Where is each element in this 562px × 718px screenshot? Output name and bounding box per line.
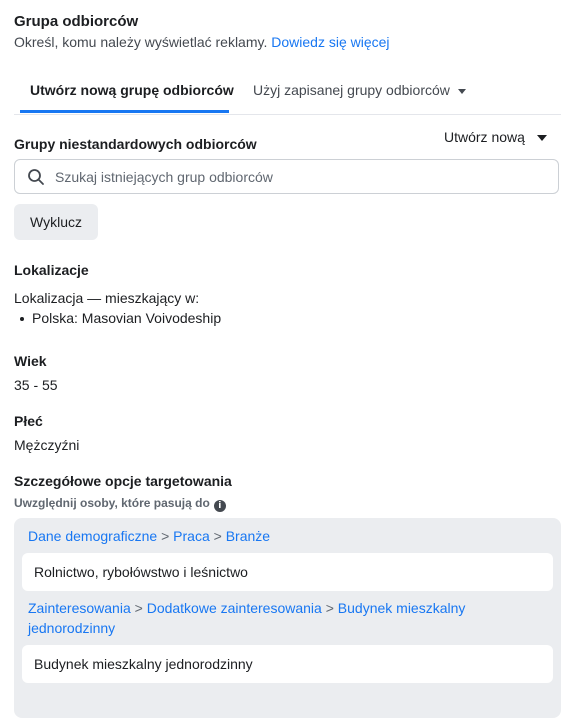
caret-down-icon [457,88,466,94]
targeting-item[interactable]: Rolnictwo, rybołówstwo i leśnictwo [22,553,553,591]
page-title: Grupa odbiorców [14,13,139,30]
targeting-item-label: Budynek mieszkalny jednorodzinny [34,656,253,672]
info-icon[interactable]: i [213,500,226,512]
bullet [20,317,24,322]
exclude-button[interactable]: Wyklucz [14,204,98,240]
tab-create-new-audience[interactable]: Utwórz nową grupę odbiorców [30,82,234,98]
breadcrumb-link[interactable]: Dane demograficzne [28,528,157,544]
age-label: Wiek [14,353,47,369]
gender-value: Mężczyźni [14,437,80,453]
custom-audience-search [14,159,559,194]
targeting-breadcrumb: Dane demograficzne > Praca > Branże [28,528,271,544]
tab-saved-label: Użyj zapisanej grupy odbiorców [253,82,450,98]
gender-label: Płeć [14,413,43,429]
breadcrumb-link[interactable]: Dodatkowe zainteresowania [147,600,322,616]
create-new-dropdown[interactable]: Utwórz nową [444,129,547,145]
breadcrumb-link[interactable]: Branże [226,528,270,544]
audience-tabs: Utwórz nową grupę odbiorców Użyj zapisan… [14,70,561,115]
locations-label: Lokalizacje [14,262,89,278]
detailed-targeting-label: Szczegółowe opcje targetowania [14,473,232,489]
targeting-item-label: Rolnictwo, rybołówstwo i leśnictwo [34,564,248,580]
location-type: Lokalizacja — mieszkający w: [14,290,200,306]
detailed-targeting-panel: Dane demograficzne > Praca > Branże Roln… [14,518,561,718]
breadcrumb-link[interactable]: Zainteresowania [28,600,131,616]
subtitle-text: Określ, komu należy wyświetlać reklamy. [14,34,268,50]
search-input[interactable] [55,160,545,193]
targeting-hint-text: Uwzględnij osoby, które pasują do [14,496,210,510]
create-new-label: Utwórz nową [444,129,525,145]
age-value: 35 - 55 [14,377,58,393]
caret-down-icon [536,135,547,142]
targeting-item[interactable]: Budynek mieszkalny jednorodzinny [22,645,553,683]
search-icon [28,169,44,185]
learn-more-link[interactable]: Dowiedz się więcej [271,34,389,50]
targeting-breadcrumb: Zainteresowania > Dodatkowe zainteresowa… [28,600,466,636]
location-item-label: Polska: Masovian Voivodeship [32,310,222,326]
targeting-hint: Uwzględnij osoby, które pasują do i [14,496,226,512]
location-item: Polska: Masovian Voivodeship [20,310,221,326]
custom-audiences-label: Grupy niestandardowych odbiorców [14,136,257,152]
tab-use-saved-audience[interactable]: Użyj zapisanej grupy odbiorców [253,82,466,98]
active-tab-indicator [20,110,229,113]
subtitle: Określ, komu należy wyświetlać reklamy. … [14,34,390,50]
breadcrumb-link[interactable]: Praca [173,528,210,544]
